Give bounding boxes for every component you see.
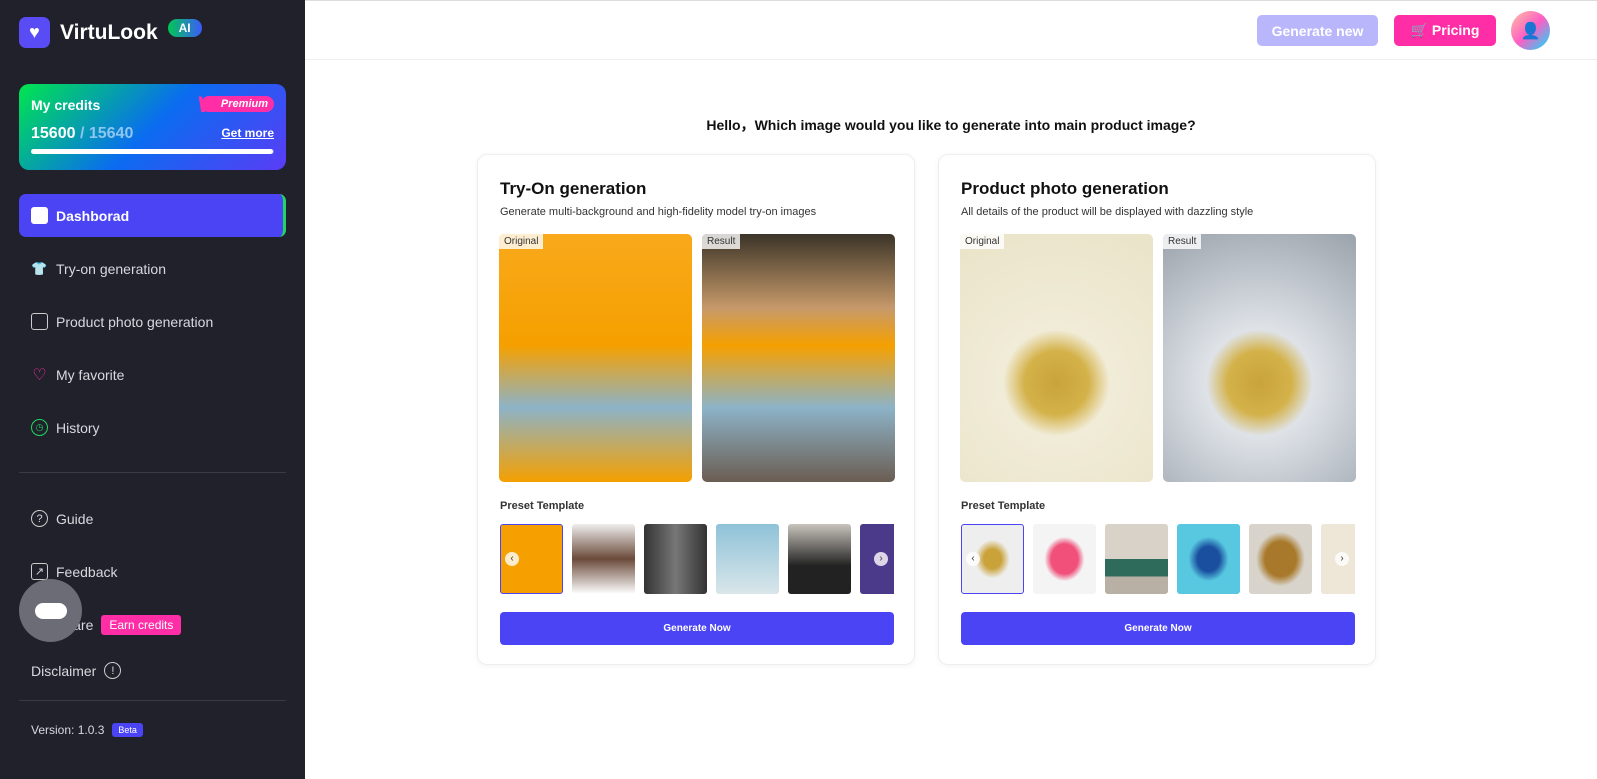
chevron-right-icon[interactable]: › (874, 552, 888, 566)
preset-thumbnails (961, 524, 1355, 594)
beta-badge: Beta (112, 722, 143, 737)
tshirt-icon: 👕 (31, 260, 48, 276)
pricing-label: Pricing (1431, 22, 1480, 38)
help-icon: ? (31, 510, 48, 527)
generate-now-button[interactable]: Generate Now (961, 612, 1355, 645)
credits-card: My credits Premium 15600 / 15640 Get mor… (19, 84, 286, 170)
version-label: Version: 1.0.3 (31, 722, 105, 737)
preset-thumb[interactable] (572, 524, 635, 594)
preset-thumb[interactable] (1249, 524, 1312, 594)
sidebar-item-disclaimer[interactable]: Disclaimer! (19, 649, 286, 692)
chevron-right-icon[interactable]: › (1335, 552, 1349, 566)
cart-icon: 🛒 (1410, 22, 1429, 38)
get-more-link[interactable]: Get more (221, 126, 274, 140)
pricing-button[interactable]: 🛒 Pricing (1394, 15, 1496, 46)
logo-icon: ♥ (19, 17, 50, 48)
card-title: Try-On generation (500, 179, 647, 198)
card-subtitle: All details of the product will be displ… (961, 206, 1254, 218)
preset-label: Preset Template (961, 500, 1046, 512)
preset-thumb[interactable] (644, 524, 707, 594)
credits-progress (31, 149, 274, 154)
credits-total: / 15640 (79, 125, 134, 142)
nav-label: History (56, 419, 100, 436)
preset-thumb[interactable] (1033, 524, 1096, 594)
credits-used: 15600 (31, 125, 76, 142)
earn-credits-badge: Earn credits (101, 614, 182, 635)
brand-name: VirtuLook (60, 20, 158, 44)
sidebar-item-history[interactable]: ◷ History (19, 406, 286, 449)
clock-icon: ◷ (31, 419, 48, 436)
preset-thumb[interactable] (1177, 524, 1240, 594)
original-image: Original (960, 234, 1153, 482)
preset-thumb[interactable] (716, 524, 779, 594)
premium-badge: Premium (197, 92, 274, 118)
chat-button[interactable] (19, 579, 82, 642)
logo[interactable]: ♥ VirtuLook AI (19, 17, 202, 48)
preset-thumb[interactable] (788, 524, 851, 594)
result-image: Result (1163, 234, 1356, 482)
result-tag: Result (702, 234, 741, 249)
original-tag: Original (960, 234, 1005, 249)
nav-label: Guide (56, 510, 94, 527)
nav-label: Try-on generation (56, 260, 166, 277)
sidebar-item-favorite[interactable]: ♡ My favorite (19, 353, 286, 396)
dashboard-icon (31, 207, 48, 224)
chevron-left-icon[interactable]: ‹ (966, 552, 980, 566)
sidebar-item-guide[interactable]: ? Guide (19, 497, 286, 540)
info-icon: ! (104, 662, 122, 679)
chevron-left-icon[interactable]: ‹ (505, 552, 519, 566)
nav-label: Product photo generation (56, 313, 214, 330)
result-tag: Result (1163, 234, 1202, 249)
external-link-icon: ↗ (31, 563, 48, 580)
version-info: Version: 1.0.3 Beta (19, 708, 286, 751)
generate-now-button[interactable]: Generate Now (500, 612, 894, 645)
preset-thumbnails (500, 524, 894, 594)
sidebar-item-try-on[interactable]: 👕 Try-on generation (19, 247, 286, 290)
sidebar-item-dashboard[interactable]: Dashborad (19, 194, 286, 237)
try-on-card: Try-On generation Generate multi-backgro… (477, 154, 915, 665)
avatar[interactable]: 👤 (1511, 11, 1550, 50)
image-icon (31, 313, 48, 330)
preset-thumb[interactable] (1105, 524, 1168, 594)
divider (19, 472, 286, 473)
user-icon: 👤 (1520, 22, 1541, 40)
nav-label: Dashborad (56, 207, 130, 224)
original-image: Original (499, 234, 692, 482)
sidebar: ♥ VirtuLook AI My credits Premium 15600 … (0, 0, 305, 779)
credits-count: 15600 / 15640 (31, 125, 133, 143)
divider (19, 700, 286, 701)
chat-icon (34, 602, 67, 619)
sidebar-item-product-photo[interactable]: Product photo generation (19, 300, 286, 343)
card-title: Product photo generation (961, 179, 1169, 198)
nav-label: Feedback (56, 563, 118, 580)
result-image: Result (702, 234, 895, 482)
product-photo-card: Product photo generation All details of … (938, 154, 1376, 665)
preset-label: Preset Template (500, 500, 585, 512)
original-tag: Original (499, 234, 544, 249)
nav-label: Disclaimer (31, 662, 97, 679)
nav-label: My favorite (56, 366, 125, 383)
heart-icon: ♡ (32, 366, 47, 384)
generate-new-button[interactable]: Generate new (1257, 15, 1378, 46)
ai-badge: AI (167, 18, 202, 37)
page-title: Hello，Which image would you like to gene… (706, 117, 1196, 133)
card-subtitle: Generate multi-background and high-fidel… (500, 206, 817, 218)
